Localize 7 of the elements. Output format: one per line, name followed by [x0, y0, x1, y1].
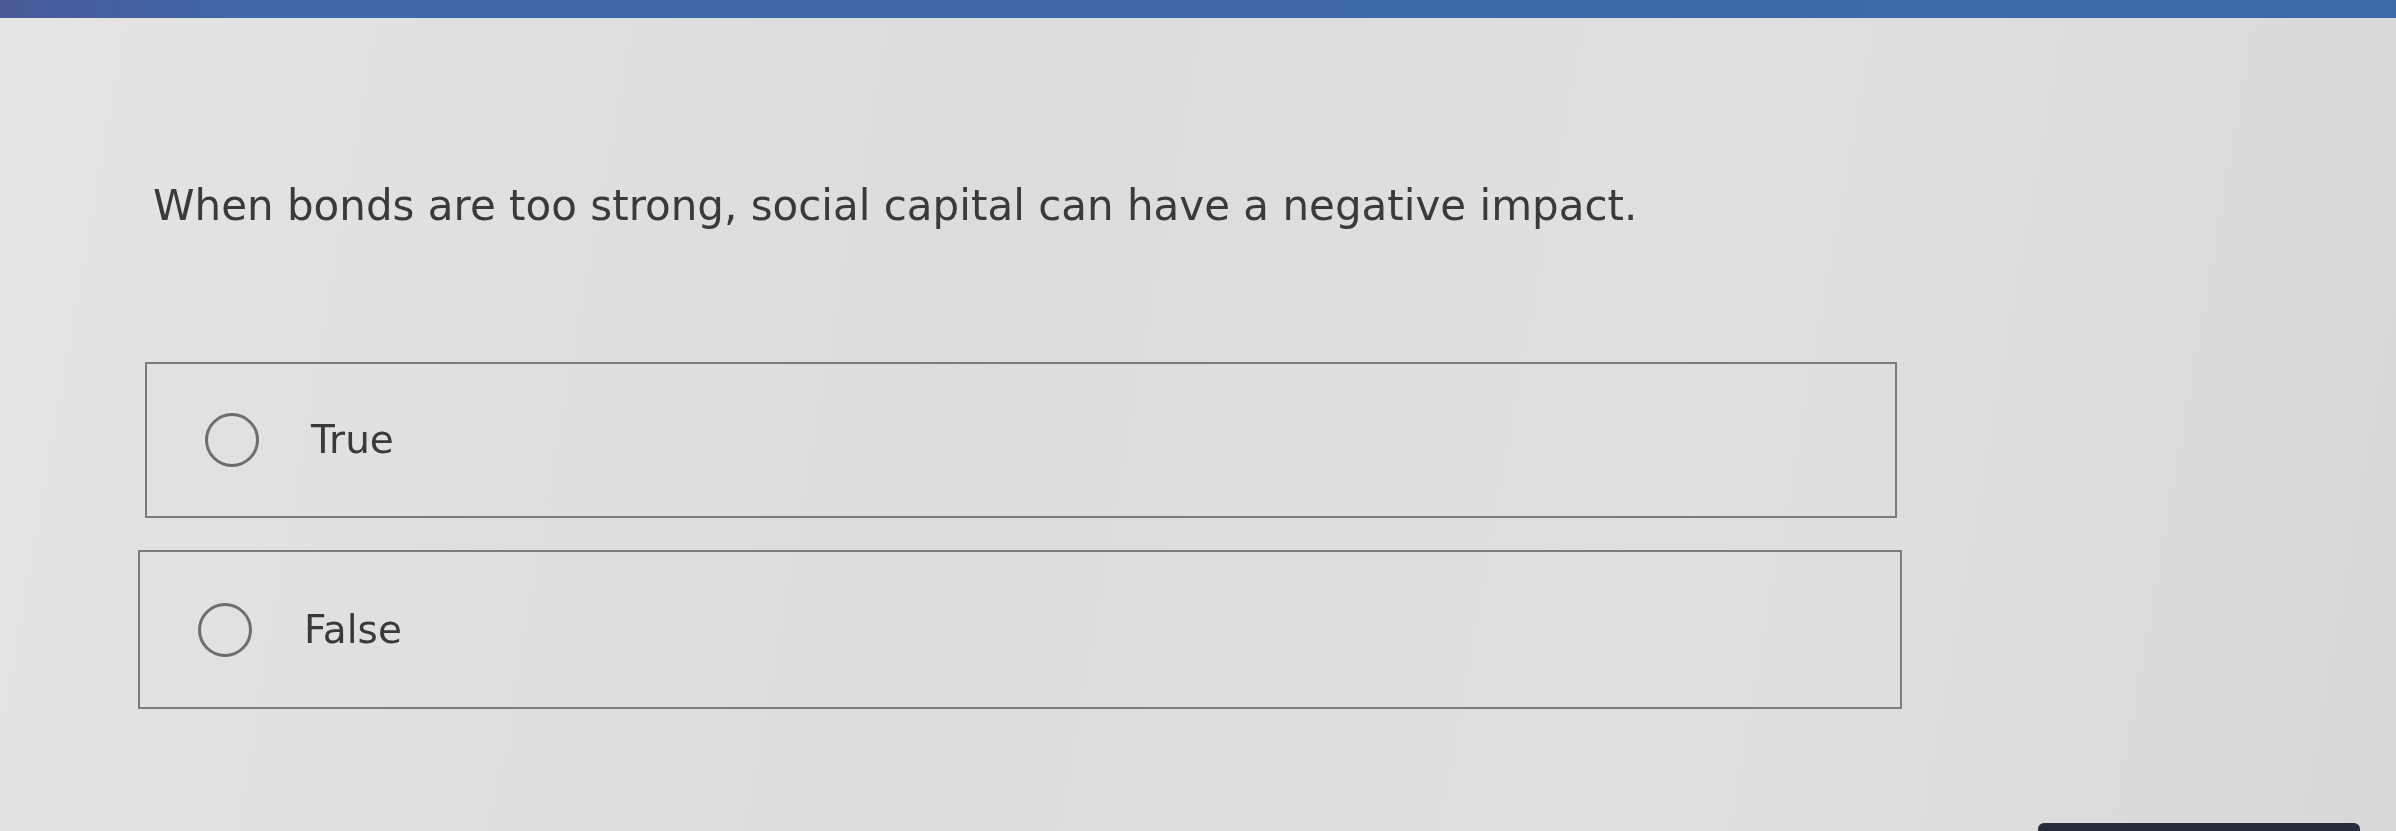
- option-label: True: [311, 416, 394, 465]
- option-label: False: [304, 605, 402, 654]
- radio-button[interactable]: [198, 602, 252, 657]
- radio-button[interactable]: [205, 413, 259, 468]
- answer-option[interactable]: True: [145, 362, 1897, 519]
- answer-option[interactable]: False: [138, 550, 1902, 710]
- question-text: When bonds are too strong, social capital can have a negative impact.: [153, 181, 1638, 232]
